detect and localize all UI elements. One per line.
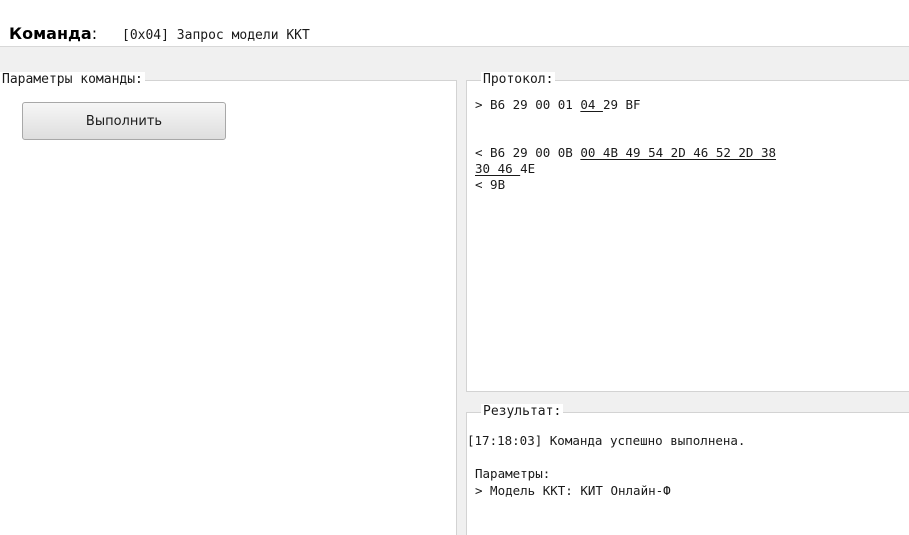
protocol-rx-line: < 9B (475, 177, 506, 192)
result-group-title: Результат: (481, 404, 564, 419)
command-label: Команда: (9, 26, 97, 42)
protocol-rx-line: < B6 29 00 0B 00 4B 49 54 2D 46 52 2D 38 (475, 145, 777, 160)
protocol-group: Протокол: > B6 29 00 01 04 29 BF < B6 29… (466, 72, 909, 392)
run-button-label: Выполнить (85, 113, 163, 129)
command-window: Команда: [0x04] Запрос модели ККТ Параме… (0, 0, 909, 535)
protocol-tx-line: > B6 29 00 01 04 29 BF (475, 97, 641, 112)
command-label-colon: : (91, 24, 98, 43)
protocol-group-title: Протокол: (481, 72, 556, 87)
params-group: Параметры команды: Выполнить (0, 72, 457, 535)
result-params-label: Параметры: (475, 466, 551, 481)
result-group: Результат: [17:18:03] Команда успешно вы… (466, 404, 909, 535)
run-button[interactable]: Выполнить (22, 102, 226, 140)
params-group-title: Параметры команды: (0, 72, 145, 87)
command-value: [0x04] Запрос модели ККТ (122, 28, 310, 43)
result-model-line: > Модель ККТ: КИТ Онлайн-Ф (475, 483, 671, 498)
command-header: Команда: [0x04] Запрос модели ККТ (0, 0, 909, 47)
protocol-log: > B6 29 00 01 04 29 BF < B6 29 00 0B 00 … (475, 97, 776, 193)
result-status-line: [17:18:03] Команда успешно выполнена. (467, 433, 746, 448)
command-label-text: Команда (9, 24, 92, 43)
result-log: [17:18:03] Команда успешно выполнена. Па… (467, 433, 745, 513)
protocol-rx-line: 30 46 4E (475, 161, 536, 176)
